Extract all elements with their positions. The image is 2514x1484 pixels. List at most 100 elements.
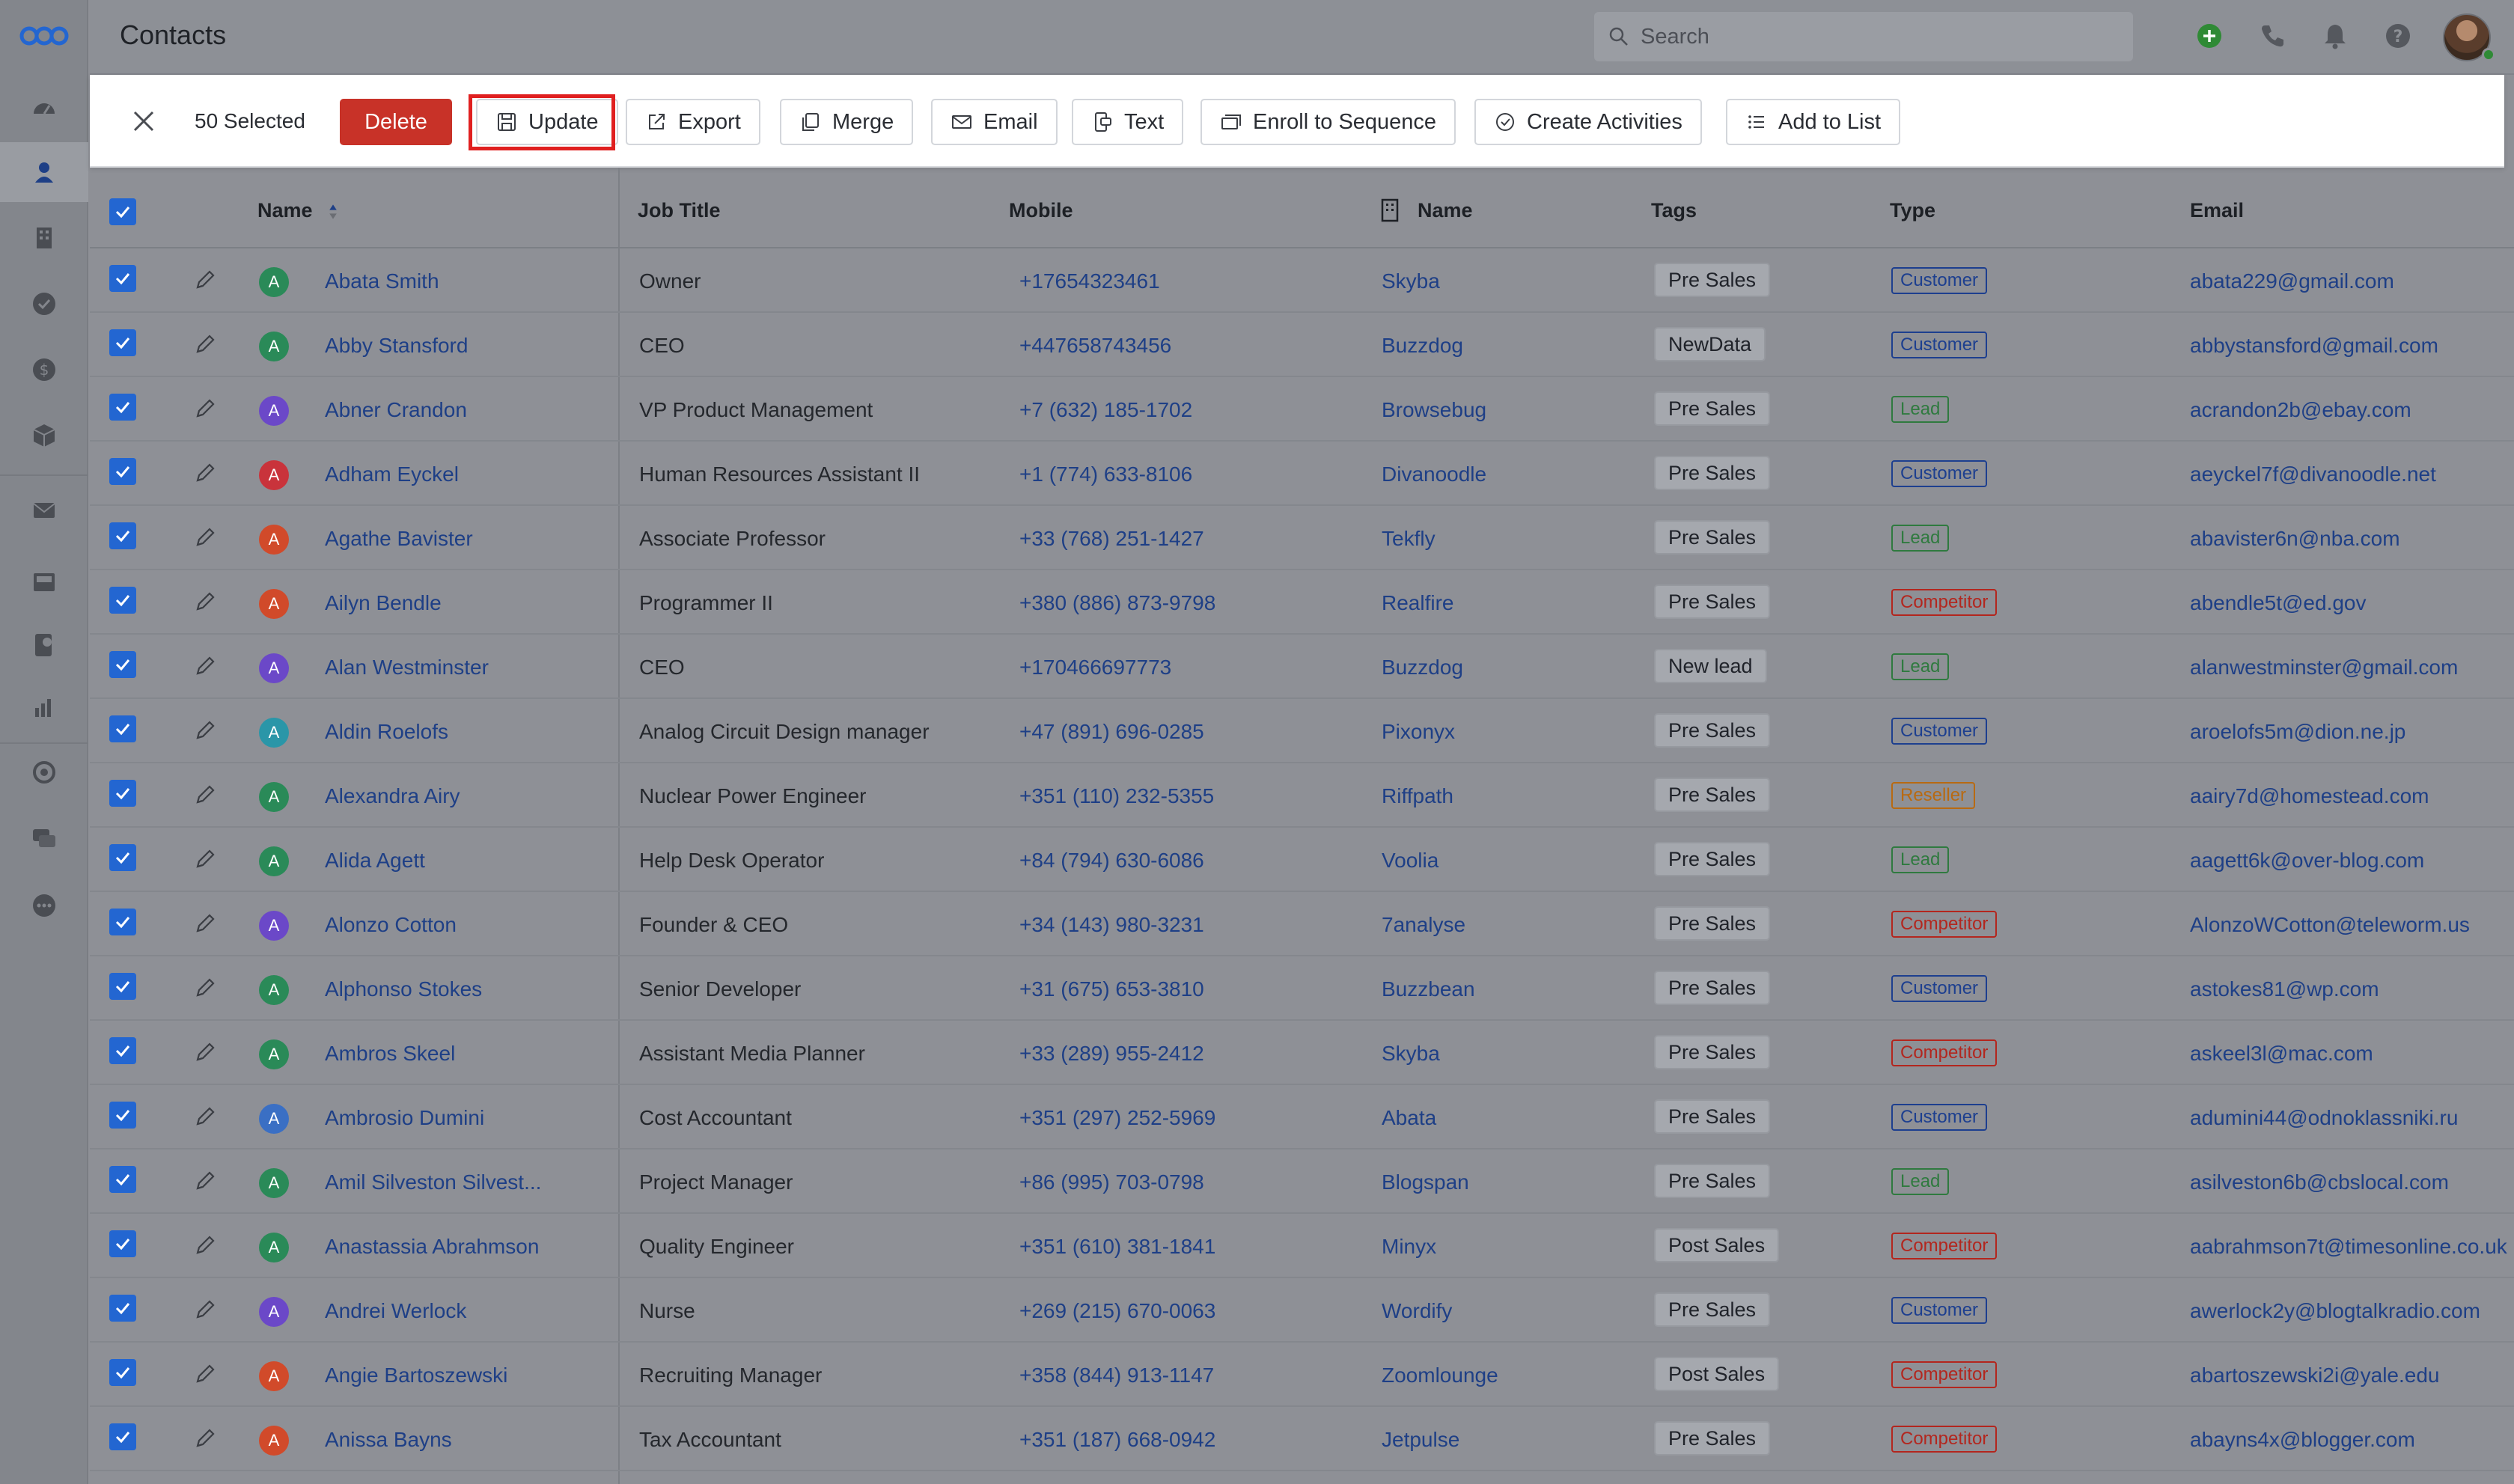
- app-logo-icon[interactable]: [19, 21, 69, 51]
- table-row[interactable]: A Ambrosio Dumini Cost Accountant +351 (297…: [90, 1085, 2514, 1149]
- contact-name-link[interactable]: Anastassia Abrahmson: [325, 1235, 539, 1259]
- email-link[interactable]: AlonzoWCotton@teleworm.us: [2190, 913, 2470, 937]
- select-all-checkbox[interactable]: [109, 198, 136, 225]
- contact-name-link[interactable]: Ailyn Bendle: [325, 591, 442, 615]
- column-header-job-title[interactable]: Job Title: [638, 199, 721, 222]
- email-link[interactable]: abbystansford@gmail.com: [2190, 334, 2438, 358]
- contact-name-link[interactable]: Alonzo Cotton: [325, 913, 457, 937]
- pencil-icon[interactable]: [192, 1103, 219, 1130]
- email-link[interactable]: awerlock2y@blogtalkradio.com: [2190, 1299, 2480, 1323]
- contact-name-link[interactable]: Amil Silveston Silvest...: [325, 1170, 541, 1194]
- contact-name-link[interactable]: Abata Smith: [325, 269, 439, 293]
- email-link[interactable]: alanwestminster@gmail.com: [2190, 656, 2458, 680]
- pencil-icon[interactable]: [192, 781, 219, 808]
- table-row[interactable]: A Abata Smith Owner +17654323461 Skyba Pre Sa…: [90, 248, 2514, 313]
- column-header-name[interactable]: Name: [257, 199, 339, 222]
- table-row[interactable]: A Alida Agett Help Desk Operator +84 (794) …: [90, 828, 2514, 892]
- mobile-link[interactable]: +33 (768) 251-1427: [1019, 527, 1204, 551]
- nav-products[interactable]: [0, 406, 88, 465]
- table-row[interactable]: A Abby Stansford CEO +447658743456 Buzzdog Ne…: [90, 313, 2514, 377]
- row-checkbox[interactable]: [109, 1102, 136, 1129]
- pencil-icon[interactable]: [192, 1039, 219, 1066]
- table-row[interactable]: A Abner Crandon VP Product Management +7 (6…: [90, 377, 2514, 442]
- nav-chat[interactable]: [0, 808, 88, 868]
- mobile-link[interactable]: +84 (794) 630-6086: [1019, 849, 1204, 873]
- company-link[interactable]: Divanoodle: [1382, 462, 1486, 486]
- mobile-link[interactable]: +1 (774) 633-8106: [1019, 462, 1192, 486]
- company-link[interactable]: 7analyse: [1382, 913, 1465, 937]
- email-link[interactable]: acrandon2b@ebay.com: [2190, 398, 2411, 422]
- column-header-company-name[interactable]: Name: [1418, 199, 1473, 222]
- pencil-icon[interactable]: [192, 1296, 219, 1323]
- row-checkbox[interactable]: [109, 265, 136, 292]
- pencil-icon[interactable]: [192, 266, 219, 293]
- company-link[interactable]: Browsebug: [1382, 398, 1486, 422]
- export-button[interactable]: Export: [626, 99, 760, 145]
- pencil-icon[interactable]: [192, 1167, 219, 1194]
- email-link[interactable]: abayns4x@blogger.com: [2190, 1428, 2415, 1452]
- mobile-link[interactable]: +7 (632) 185-1702: [1019, 398, 1192, 422]
- pencil-icon[interactable]: [192, 846, 219, 873]
- pencil-icon[interactable]: [192, 1425, 219, 1452]
- pencil-icon[interactable]: [192, 1361, 219, 1387]
- email-link[interactable]: aeyckel7f@divanoodle.net: [2190, 462, 2436, 486]
- nav-companies[interactable]: [0, 208, 88, 268]
- bell-icon[interactable]: [2320, 21, 2350, 51]
- text-button[interactable]: Text: [1072, 99, 1184, 145]
- contact-name-link[interactable]: Agathe Bavister: [325, 527, 473, 551]
- nav-reports[interactable]: [0, 677, 88, 736]
- company-link[interactable]: Skyba: [1382, 269, 1440, 293]
- email-link[interactable]: askeel3l@mac.com: [2190, 1042, 2373, 1066]
- nav-automation[interactable]: [0, 742, 88, 802]
- nav-inbox[interactable]: [0, 552, 88, 612]
- contact-name-link[interactable]: Anissa Bayns: [325, 1428, 452, 1452]
- company-link[interactable]: Zoomlounge: [1382, 1364, 1498, 1387]
- pencil-icon[interactable]: [192, 524, 219, 551]
- contact-name-link[interactable]: Adham Eyckel: [325, 462, 459, 486]
- mobile-link[interactable]: +17654323461: [1019, 269, 1160, 293]
- phone-icon[interactable]: [2257, 21, 2287, 51]
- company-link[interactable]: Blogspan: [1382, 1170, 1469, 1194]
- close-icon[interactable]: [129, 106, 159, 136]
- company-link[interactable]: Pixonyx: [1382, 720, 1455, 744]
- mobile-link[interactable]: +31 (675) 653-3810: [1019, 977, 1204, 1001]
- table-row[interactable]: A Angie Bartoszewski Recruiting Manager +35…: [90, 1343, 2514, 1407]
- contact-name-link[interactable]: Abner Crandon: [325, 398, 467, 422]
- nav-email[interactable]: [0, 480, 88, 540]
- table-row[interactable]: A Adham Eyckel Human Resources Assistant I…: [90, 442, 2514, 506]
- contact-name-link[interactable]: Ambros Skeel: [325, 1042, 455, 1066]
- contact-name-link[interactable]: Aldin Roelofs: [325, 720, 448, 744]
- table-row[interactable]: A Aldin Roelofs Analog Circuit Design mana…: [90, 699, 2514, 763]
- pencil-icon[interactable]: [192, 1232, 219, 1259]
- mobile-link[interactable]: +86 (995) 703-0798: [1019, 1170, 1204, 1194]
- pencil-icon[interactable]: [192, 459, 219, 486]
- email-link[interactable]: aroelofs5m@dion.ne.jp: [2190, 720, 2405, 744]
- email-link[interactable]: astokes81@wp.com: [2190, 977, 2379, 1001]
- company-link[interactable]: Abata: [1382, 1106, 1436, 1130]
- table-row[interactable]: A Alphonso Stokes Senior Developer +31 (675…: [90, 956, 2514, 1021]
- add-icon[interactable]: [2194, 21, 2224, 51]
- sort-icon[interactable]: [327, 202, 339, 222]
- nav-dashboard[interactable]: [0, 78, 88, 138]
- create-activities-button[interactable]: Create Activities: [1474, 99, 1702, 145]
- nav-tasks[interactable]: [0, 274, 88, 334]
- row-checkbox[interactable]: [109, 844, 136, 871]
- company-link[interactable]: Riffpath: [1382, 784, 1453, 808]
- mobile-link[interactable]: +170466697773: [1019, 656, 1171, 680]
- row-checkbox[interactable]: [109, 1295, 136, 1322]
- row-checkbox[interactable]: [109, 1037, 136, 1064]
- merge-button[interactable]: Merge: [780, 99, 914, 145]
- nav-contacts[interactable]: [0, 142, 88, 202]
- add-to-list-button[interactable]: Add to List: [1726, 99, 1901, 145]
- company-link[interactable]: Buzzdog: [1382, 334, 1463, 358]
- pencil-icon[interactable]: [192, 717, 219, 744]
- pencil-icon[interactable]: [192, 974, 219, 1001]
- email-link[interactable]: abata229@gmail.com: [2190, 269, 2394, 293]
- contact-name-link[interactable]: Alida Agett: [325, 849, 425, 873]
- row-checkbox[interactable]: [109, 1166, 136, 1193]
- row-checkbox[interactable]: [109, 651, 136, 678]
- company-link[interactable]: Skyba: [1382, 1042, 1440, 1066]
- delete-button[interactable]: Delete: [340, 99, 452, 145]
- nav-more[interactable]: [0, 876, 88, 935]
- row-checkbox[interactable]: [109, 394, 136, 421]
